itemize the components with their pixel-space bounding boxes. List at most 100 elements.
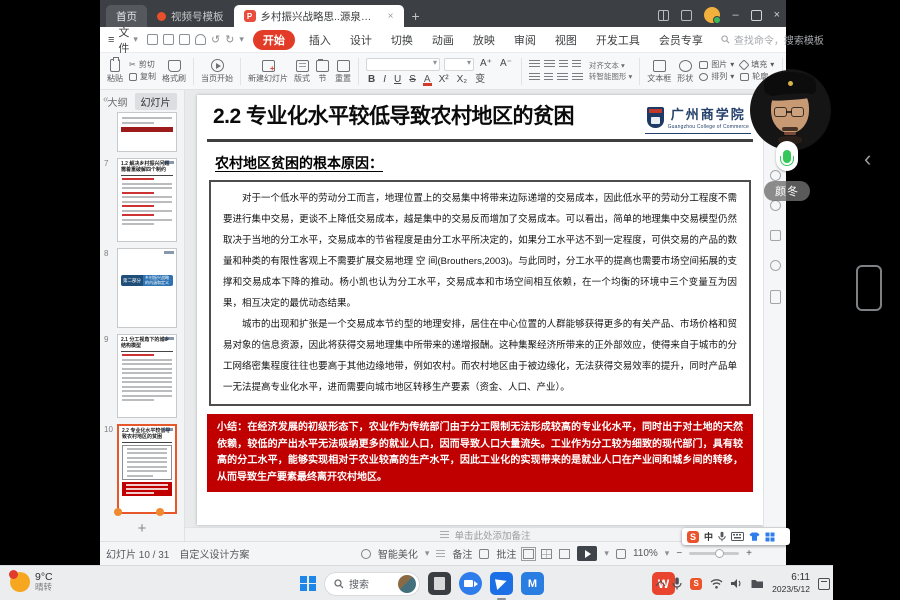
minimize-button[interactable]: – [732,10,738,21]
close-button[interactable]: × [774,10,780,21]
preview-icon[interactable] [195,34,206,45]
zoom-out-button[interactable]: − [676,548,682,559]
zoom-slider-knob[interactable] [715,549,724,558]
speaker-icon[interactable] [731,578,743,589]
ime-skin-icon[interactable] [749,532,760,541]
increase-font-button[interactable]: A⁺ [478,59,494,69]
quick-access-caret[interactable]: ▾ [239,34,244,45]
summary-box[interactable]: 小结：在经济发展的初级形态下，农业作为传统部门由于分工限制无法形成较高的专业化水… [207,414,753,492]
weather-widget[interactable]: 9°C 晴转 [10,571,53,593]
subscript-button[interactable]: X₂ [455,75,470,85]
file-menu[interactable]: ≡ 文件 ▾ [108,24,138,56]
reading-view-button[interactable] [559,549,570,559]
indent-increase-icon[interactable] [572,60,581,69]
smart-graphic-button[interactable]: 转智能图形 ▾ [589,73,632,81]
menu-item-view[interactable]: 视图 [550,30,582,50]
font-size-select[interactable] [444,58,474,71]
maximize-button[interactable] [751,10,762,21]
superscript-button[interactable]: X² [437,75,451,85]
ime-mic-icon[interactable] [718,531,726,542]
italic-button[interactable]: I [381,75,388,85]
sogou-tray-icon[interactable]: S [690,578,702,590]
comments-button[interactable]: 批注 [496,546,516,561]
zoom-slider[interactable] [689,552,739,555]
cut-button[interactable]: ✂剪切 [129,61,156,69]
thumbnail-row-7[interactable]: 7 1.2 解决乡村振兴问题需着重破解四个制约 [117,158,184,242]
layout-mode-icon[interactable] [658,10,669,21]
bullet-list-icon[interactable] [529,60,540,69]
thumbnail-row-10-selected[interactable]: 10 2.2 专业化水平较低导致农村地区的贫困 [117,424,184,514]
thumbnail-row-8[interactable]: 8 第二部分 乡村振兴战略的内涵和定义 [117,248,184,328]
notes-strip-icon[interactable] [770,230,781,241]
underline-button[interactable]: U [392,75,403,85]
taskbar-app-m[interactable]: M [521,572,544,595]
thumbnail-row-9[interactable]: 9 2.1 分工视角下的城乡结构模型 [117,334,184,418]
taskbar-app-notebook[interactable] [428,572,451,595]
font-color-button[interactable]: A [422,75,433,85]
webcam-video-bubble[interactable] [750,70,830,150]
layout-button[interactable]: 版式 [294,60,310,83]
play-from-current-button[interactable]: 当页开始 [201,59,233,83]
undo-icon[interactable]: ↺ [211,33,220,46]
command-search[interactable]: 查找命令，搜索模板 [721,32,824,47]
thumbnail-row-partial[interactable] [117,112,184,152]
overlay-collapse-chevron[interactable]: ‹ [864,148,871,170]
shape-button[interactable]: 形状 [677,60,693,83]
new-slide-button[interactable]: 新建幻灯片 [248,60,288,83]
wifi-icon[interactable] [710,578,723,589]
paste-button[interactable]: 粘贴 [107,59,123,83]
fill-button[interactable]: 填充 ▾ [740,61,775,69]
font-family-select[interactable] [366,58,440,71]
menu-item-design[interactable]: 设计 [345,30,377,50]
slide-thumbnail[interactable] [117,112,177,152]
reset-button[interactable]: 重置 [335,60,351,83]
slideshow-play-button[interactable] [577,546,597,561]
tab-docer-template[interactable]: 视频号模板 [147,5,234,27]
new-tab-button[interactable]: + [404,8,428,27]
textbox-button[interactable]: 文本框 [647,60,671,83]
slide-thumbnail-selected[interactable]: 2.2 专业化水平较低导致农村地区的贫困 [117,424,177,514]
panel-tab-outline[interactable]: 大纲 [108,94,128,109]
ime-toolbox-icon[interactable] [765,532,775,542]
numbered-list-icon[interactable] [544,60,555,69]
folder-tray-icon[interactable] [751,578,764,589]
decrease-font-button[interactable]: A⁻ [498,59,514,69]
menu-item-devtools[interactable]: 开发工具 [591,30,645,50]
slide-title[interactable]: 2.2 专业化水平较低导致农村地区的贫困 [213,104,645,130]
print-icon[interactable] [179,34,190,45]
menu-item-animation[interactable]: 动画 [427,30,459,50]
picture-button[interactable]: 图片 ▾ [699,61,734,69]
fit-window-icon[interactable] [616,549,626,559]
windows-start-button[interactable] [300,576,316,592]
microphone-tray-icon[interactable] [672,577,682,590]
bold-button[interactable]: B [366,75,377,85]
ime-keyboard-icon[interactable] [731,532,744,541]
menu-item-transition[interactable]: 切换 [386,30,418,50]
tray-expand-icon[interactable] [656,580,666,590]
slide-thumbnail[interactable]: 第二部分 乡村振兴战略的内涵和定义 [117,248,177,328]
beautify-strip-icon[interactable] [770,170,781,181]
copy-button[interactable]: 复制 [129,73,156,81]
change-case-button[interactable]: 变 [473,75,487,85]
slide-editor[interactable]: 2.2 专业化水平较低导致农村地区的贫困 广州商学院 Guangzhou Col… [197,95,763,525]
sorter-view-button[interactable] [541,549,552,559]
section-button[interactable]: 节 [316,60,329,83]
zoom-level[interactable]: 110% [633,548,658,559]
slide-body-textbox[interactable]: 对于一个低水平的劳动分工而言，地理位置上的交易集中将带来边际递增的交易成本，因此… [209,180,751,406]
save-icon[interactable] [147,34,158,45]
taskbar-app-meeting[interactable] [459,572,482,595]
add-slide-button[interactable]: + [100,520,184,537]
help-strip-icon[interactable] [770,200,781,211]
lang-mode-toggle[interactable]: 中 [704,530,713,543]
menu-item-home[interactable]: 开始 [253,30,295,50]
menu-item-insert[interactable]: 插入 [304,30,336,50]
clock-widget[interactable]: 6:11 2023/5/12 [772,572,810,594]
taskbar-app-messenger[interactable] [490,572,513,595]
justify-icon[interactable] [572,73,583,82]
slide-thumbnail[interactable]: 2.1 分工视角下的城乡结构模型 [117,334,177,418]
idea-strip-icon[interactable] [770,260,781,271]
arrange-button[interactable]: 排列 ▾ [699,73,734,81]
notification-center-icon[interactable] [818,578,830,590]
close-tab-icon[interactable]: × [388,11,394,22]
phone-strip-icon[interactable] [770,290,781,304]
